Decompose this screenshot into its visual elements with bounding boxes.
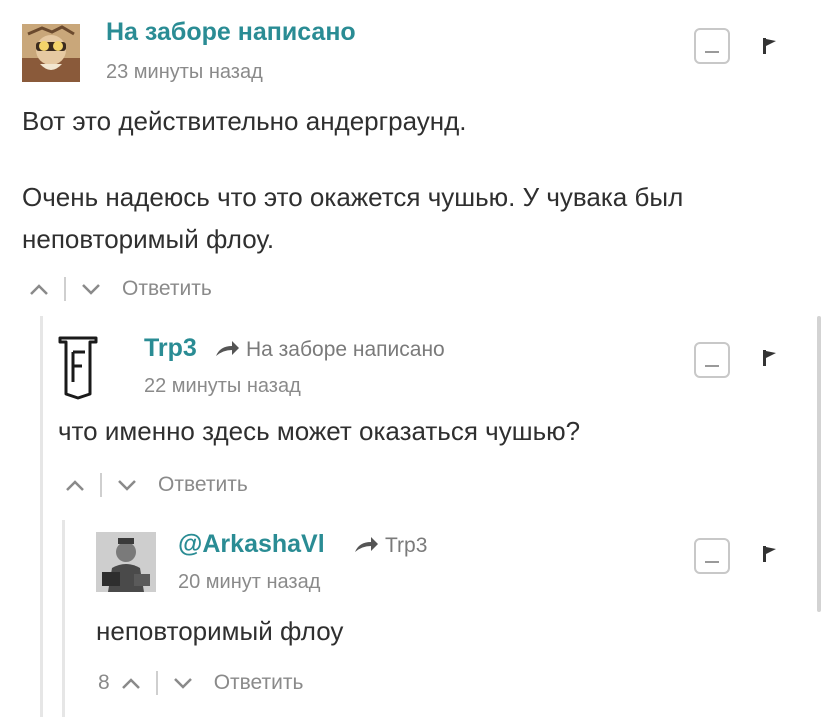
comment-timestamp[interactable]: 22 минуты назад [144, 376, 301, 396]
scrollbar[interactable] [817, 316, 821, 612]
comment-body: неповторимый флоу [96, 610, 796, 652]
comment-paragraph: Очень надеюсь что это окажется чушью. У … [22, 182, 684, 254]
collapse-button[interactable] [694, 28, 730, 64]
vote-divider [155, 671, 158, 695]
minus-icon [705, 365, 719, 367]
reply-button[interactable]: Ответить [158, 473, 248, 497]
comment-body: Вот это действительно андерграунд. Очень… [22, 100, 802, 260]
reply-to-name: Trp3 [385, 534, 428, 557]
letter-f-logo-icon [58, 336, 98, 400]
comment-body: что именно здесь может оказаться чушью? [58, 410, 798, 452]
comment-timestamp[interactable]: 23 минуты назад [106, 62, 263, 82]
upvote-icon[interactable] [28, 281, 50, 297]
downvote-icon[interactable] [80, 281, 102, 297]
comment-paragraph: что именно здесь может оказаться чушью? [58, 416, 581, 446]
upvote-icon[interactable] [64, 477, 86, 493]
comment-paragraph: Вот это действительно андерграунд. [22, 106, 467, 136]
comment-paragraph: неповторимый флоу [96, 616, 344, 646]
minus-icon [705, 51, 719, 53]
comment-author[interactable]: Trp3 [144, 336, 197, 361]
vote-divider [64, 277, 66, 301]
flag-icon[interactable] [761, 349, 779, 367]
collapse-button[interactable] [694, 538, 730, 574]
avatar-photo-icon [22, 24, 80, 82]
thread-line-level-2 [62, 520, 65, 717]
comment-actions: 8 Ответить [98, 668, 303, 698]
minus-icon [705, 561, 719, 563]
upvote-icon[interactable] [120, 675, 142, 691]
avatar[interactable] [58, 336, 98, 400]
reply-arrow-icon [216, 341, 239, 356]
collapse-button[interactable] [694, 342, 730, 378]
comment-actions: Ответить [64, 470, 248, 500]
reply-button[interactable]: Ответить [214, 671, 304, 695]
downvote-icon[interactable] [172, 675, 194, 691]
vote-divider [100, 473, 102, 497]
reply-to-name: На заборе написано [246, 338, 445, 361]
comment-timestamp[interactable]: 20 минут назад [178, 572, 320, 592]
thread-line-level-1 [40, 316, 43, 717]
avatar[interactable] [96, 532, 156, 592]
flag-icon[interactable] [761, 545, 779, 563]
comment-author[interactable]: @ArkashaVl [178, 532, 325, 557]
avatar-photo-icon [96, 532, 156, 592]
reply-button[interactable]: Ответить [122, 277, 212, 301]
reply-to-link[interactable]: Trp3 [353, 535, 427, 556]
reply-arrow-icon [355, 537, 378, 552]
vote-count: 8 [98, 671, 110, 694]
comment-actions: Ответить [28, 274, 212, 304]
avatar[interactable] [22, 24, 80, 82]
reply-to-link[interactable]: На заборе написано [214, 339, 445, 360]
comment-author[interactable]: На заборе написано [106, 20, 356, 45]
downvote-icon[interactable] [116, 477, 138, 493]
flag-icon[interactable] [761, 37, 779, 55]
